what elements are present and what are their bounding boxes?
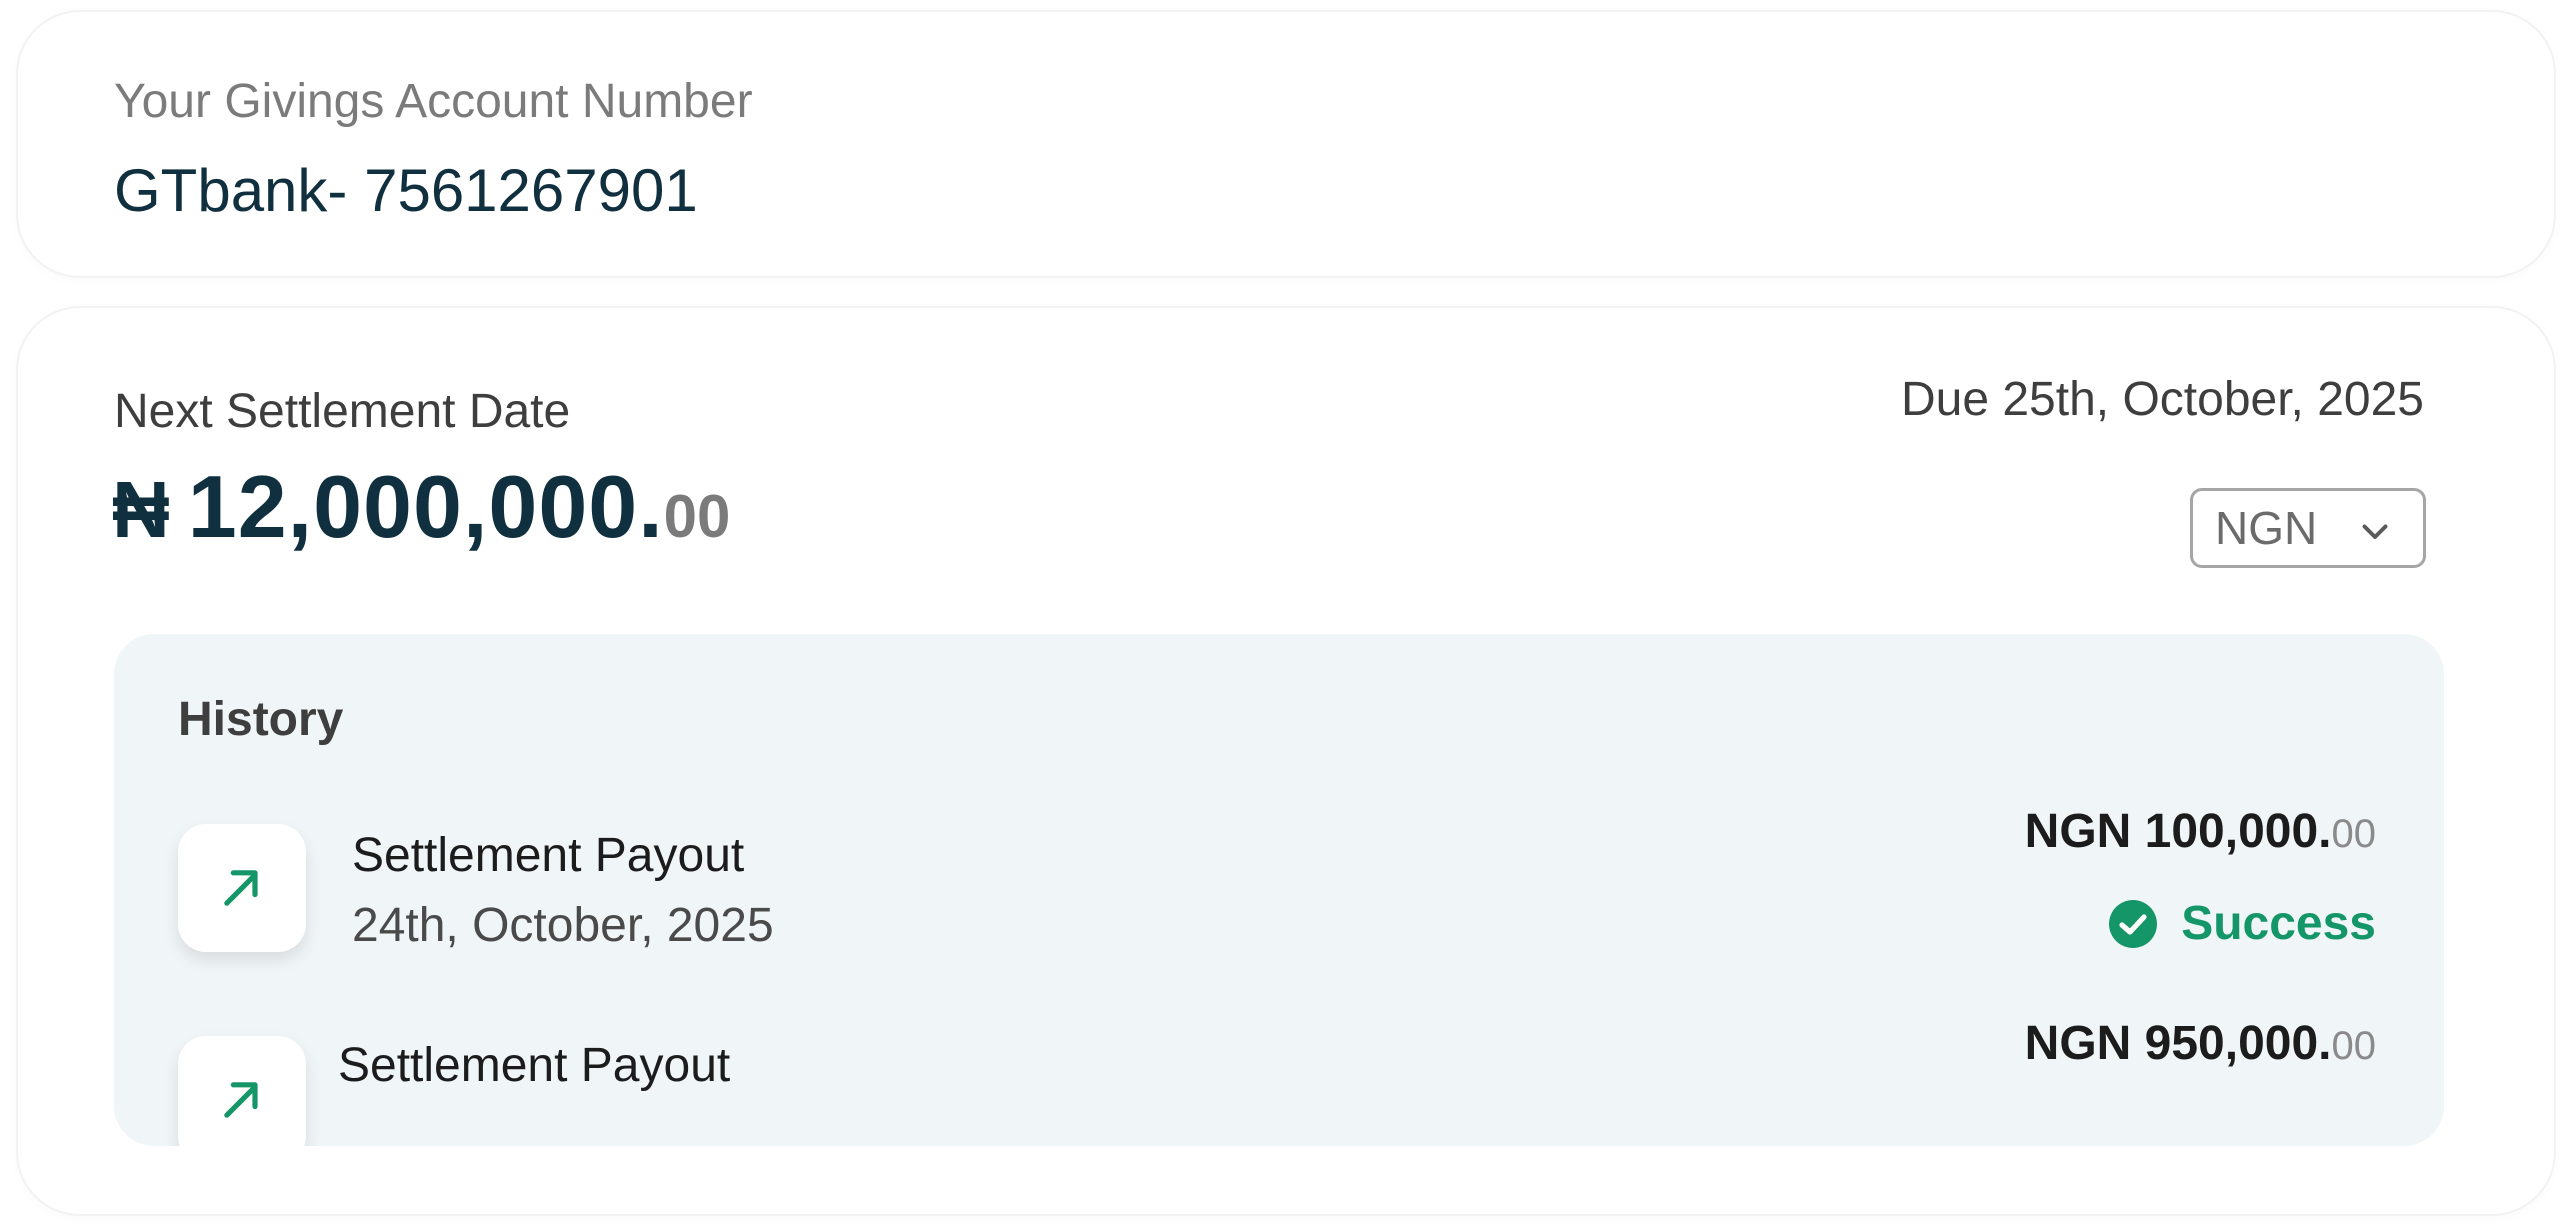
history-item-amount-main: NGN 100,000.	[2024, 805, 2332, 858]
history-item-title: Settlement Payout	[338, 1039, 731, 1092]
account-label: Your Givings Account Number	[114, 75, 753, 128]
due-date: Due 25th, October, 2025	[1900, 373, 2424, 426]
history-item-amount-cents: 00	[2331, 812, 2377, 856]
arrow-up-right-icon	[224, 870, 258, 906]
account-card: Your Givings Account Number GTbank- 7561…	[16, 10, 2556, 278]
arrow-up-right-icon	[224, 1082, 258, 1118]
settlement-card: Next Settlement Date ₦ 12,000,000.00 Due …	[16, 306, 2556, 1216]
history-title: History	[178, 693, 344, 746]
settlement-amount-main: 12,000,000.	[187, 457, 664, 556]
settlement-amount-cents: 00	[663, 483, 731, 550]
history-item[interactable]: Settlement Payout 24th, October, 2025 NG…	[114, 805, 2444, 984]
naira-symbol: ₦	[112, 465, 170, 554]
payout-icon-box	[178, 1036, 306, 1146]
history-item-amount: NGN 950,000.00	[2025, 1016, 2376, 1071]
status-badge: Success	[2109, 896, 2376, 951]
account-number: GTbank- 7561267901	[114, 157, 698, 224]
settlement-label: Next Settlement Date	[114, 385, 571, 438]
history-item-amount-main: NGN 950,000.	[2024, 1017, 2332, 1070]
chevron-down-icon	[2362, 524, 2388, 539]
history-item-date: 24th, October, 2025	[352, 899, 774, 952]
history-item-amount-cents: 00	[2331, 1024, 2377, 1068]
payout-icon-box	[178, 824, 306, 952]
history-panel: History Settlement Payout 24th, October,…	[114, 634, 2444, 1146]
currency-select-value: NGN	[2215, 502, 2318, 554]
history-item-title: Settlement Payout	[352, 829, 745, 882]
settlement-amount: ₦ 12,000,000.00	[112, 456, 730, 558]
history-item-amount: NGN 100,000.00	[2025, 804, 2376, 859]
currency-select[interactable]: NGN	[2190, 488, 2426, 568]
history-item[interactable]: Settlement Payout NGN 950,000.00	[114, 1017, 2444, 1146]
check-circle-icon	[2109, 899, 2158, 948]
status-text: Success	[2181, 897, 2376, 950]
